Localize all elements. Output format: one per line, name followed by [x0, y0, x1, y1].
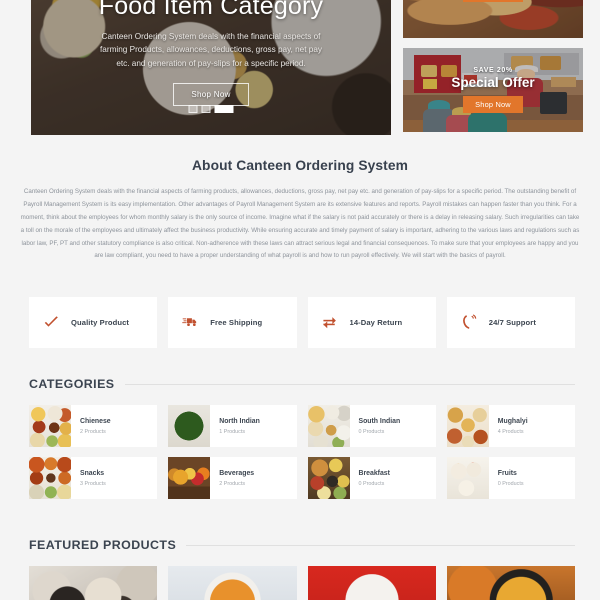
category-thumbnail: [446, 405, 489, 447]
phone-icon: [461, 314, 478, 331]
hero-content: Food Item Category Canteen Ordering Syst…: [31, 0, 391, 135]
feature-label: 24/7 Support: [488, 318, 536, 327]
side-banner-bottom-content: SAVE 20% Special Offer Shop Now: [403, 48, 583, 132]
category-thumbnail: [29, 405, 71, 447]
featured-heading-row: FEATURED PRODUCTS: [29, 538, 575, 552]
homepage: Food Item Category Canteen Ordering Syst…: [0, 0, 600, 600]
check-icon: [43, 314, 60, 331]
hero-carousel[interactable]: Food Item Category Canteen Ordering Syst…: [31, 0, 391, 135]
category-meta: Breakfast 0 Products: [350, 470, 390, 487]
feature-14-day-return[interactable]: 14-Day Return: [307, 297, 436, 348]
carousel-indicators[interactable]: [188, 105, 234, 113]
category-card[interactable]: Breakfast 0 Products: [307, 457, 436, 499]
exchange-icon: [322, 314, 339, 331]
side-banner-special-offer[interactable]: SAVE 20% Special Offer Shop Now: [403, 48, 583, 132]
featured-products-section: FEATURED PRODUCTS: [29, 538, 575, 600]
feature-label: Free Shipping: [210, 318, 263, 327]
categories-heading-row: CATEGORIES: [29, 377, 575, 391]
category-meta: Beverages 2 Products: [210, 470, 254, 487]
hero-title: Food Item Category: [98, 0, 324, 20]
category-thumbnail: [29, 457, 71, 499]
heading-divider: [124, 383, 575, 385]
category-card[interactable]: Snacks 3 Products: [29, 457, 158, 499]
category-card[interactable]: Chienese 2 Products: [29, 405, 158, 447]
carousel-indicator-2[interactable]: [201, 105, 211, 113]
category-meta: Mughalyi 4 Products: [489, 418, 528, 435]
category-card[interactable]: Mughalyi 4 Products: [446, 405, 575, 447]
product-card[interactable]: [307, 566, 436, 600]
category-name: South Indian: [358, 417, 401, 425]
category-product-count: 1 Products: [219, 428, 246, 435]
hero-subtitle: Canteen Ordering System deals with the f…: [100, 31, 322, 68]
product-thumbnail: [446, 566, 575, 600]
category-thumbnail: [168, 457, 211, 499]
product-card[interactable]: [29, 566, 158, 600]
product-thumbnail: [307, 566, 436, 600]
category-thumbnail: [307, 405, 350, 447]
category-name: Chienese: [80, 417, 111, 425]
product-thumbnail: [168, 566, 297, 600]
side-banner-top-content: Shop Now: [403, 0, 583, 38]
category-thumbnail: [307, 457, 350, 499]
heading-divider: [186, 544, 575, 546]
category-meta: South Indian 0 Products: [350, 418, 401, 435]
category-name: Breakfast: [358, 469, 390, 477]
about-section: About Canteen Ordering System Canteen Or…: [0, 158, 600, 263]
category-product-count: 2 Products: [80, 428, 106, 435]
product-thumbnail: [29, 566, 158, 600]
category-name: Mughalyi: [497, 417, 528, 425]
categories-section: CATEGORIES Chienese 2 Products North Ind…: [29, 377, 575, 499]
feature-quality-product[interactable]: Quality Product: [29, 297, 158, 348]
carousel-indicator-3-active[interactable]: [214, 105, 234, 113]
category-name: Beverages: [219, 469, 255, 477]
hero-shop-now-button[interactable]: Shop Now: [173, 83, 249, 107]
feature-24-7-support[interactable]: 24/7 Support: [446, 297, 575, 348]
about-heading: About Canteen Ordering System: [191, 158, 409, 173]
category-thumbnail: [168, 405, 211, 447]
category-meta: Chienese 2 Products: [71, 418, 111, 435]
about-body-text: Canteen Ordering System deals with the f…: [20, 188, 580, 260]
category-meta: Fruits 0 Products: [489, 470, 524, 487]
feature-label: 14-Day Return: [349, 318, 403, 327]
carousel-indicator-1[interactable]: [188, 105, 198, 113]
categories-grid: Chienese 2 Products North Indian 1 Produ…: [29, 405, 575, 499]
category-meta: North Indian 1 Products: [210, 418, 260, 435]
category-product-count: 2 Products: [219, 480, 246, 487]
category-card[interactable]: North Indian 1 Products: [168, 405, 297, 447]
category-product-count: 0 Products: [358, 480, 385, 487]
category-product-count: 3 Products: [80, 480, 106, 487]
special-offer-shop-now-button[interactable]: Shop Now: [463, 96, 523, 113]
category-card[interactable]: Fruits 0 Products: [446, 457, 575, 499]
categories-heading: CATEGORIES: [29, 377, 115, 391]
category-name: Fruits: [497, 469, 517, 477]
side-banner-top[interactable]: Shop Now: [403, 0, 583, 38]
save-badge: SAVE 20%: [473, 67, 513, 74]
category-product-count: 0 Products: [497, 480, 524, 487]
category-meta: Snacks 3 Products: [71, 470, 106, 487]
product-card[interactable]: [168, 566, 297, 600]
featured-products-grid: [29, 566, 575, 600]
feature-label: Quality Product: [71, 318, 130, 327]
special-offer-title: Special Offer: [451, 75, 535, 90]
features-row: Quality Product Free Shipping 14-Day Ret…: [29, 297, 575, 348]
truck-icon: [182, 314, 199, 331]
category-product-count: 0 Products: [358, 428, 385, 435]
category-thumbnail: [446, 457, 489, 499]
category-name: North Indian: [219, 417, 260, 425]
category-card[interactable]: South Indian 0 Products: [307, 405, 436, 447]
category-name: Snacks: [80, 469, 105, 477]
category-card[interactable]: Beverages 2 Products: [168, 457, 297, 499]
featured-products-heading: FEATURED PRODUCTS: [29, 538, 177, 552]
hero-row: Food Item Category Canteen Ordering Syst…: [0, 0, 600, 138]
side-banner-top-shop-now-button[interactable]: Shop Now: [463, 0, 523, 2]
category-product-count: 4 Products: [497, 428, 524, 435]
feature-free-shipping[interactable]: Free Shipping: [168, 297, 297, 348]
product-card[interactable]: [446, 566, 575, 600]
